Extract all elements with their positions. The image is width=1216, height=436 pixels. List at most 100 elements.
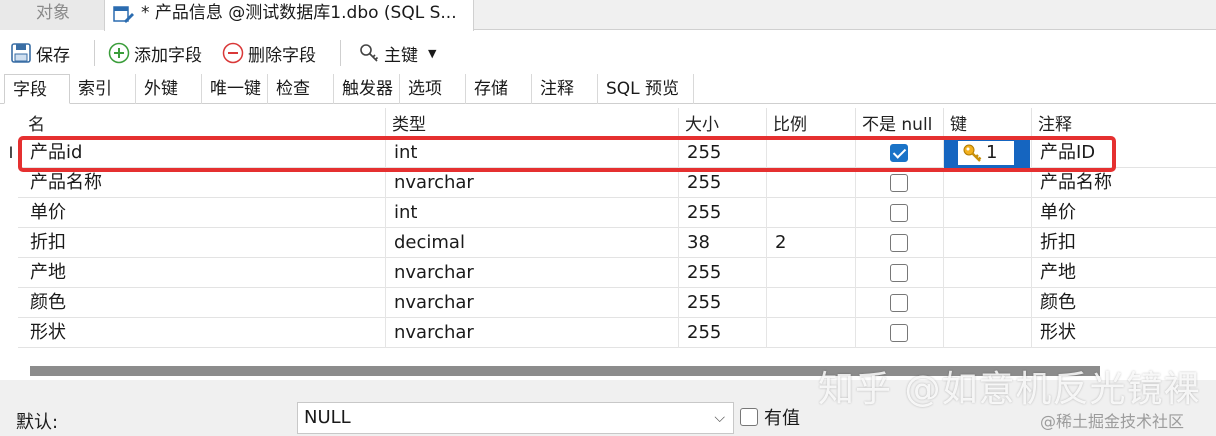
- cell-size[interactable]: 255: [679, 198, 767, 228]
- watermark-zhihu: 知乎 @如意机反光镜裸: [818, 369, 1201, 410]
- table-row[interactable]: 颜色 nvarchar 255 颜色: [18, 288, 1216, 318]
- cell-scale[interactable]: [767, 198, 856, 228]
- tab-indexes[interactable]: 索引: [70, 74, 136, 104]
- cell-size[interactable]: 255: [679, 258, 767, 288]
- cell-key[interactable]: 1: [944, 138, 1032, 168]
- cell-name[interactable]: 产品名称: [22, 168, 386, 198]
- cell-key[interactable]: [944, 318, 1032, 348]
- tab-checks[interactable]: 检查: [268, 74, 334, 104]
- tab-objects[interactable]: 对象: [0, 0, 104, 30]
- toolbar-divider: [340, 40, 341, 66]
- tab-storage[interactable]: 存储: [466, 74, 532, 104]
- cell-type[interactable]: int: [386, 138, 679, 168]
- table-row[interactable]: 折扣 decimal 38 2 折扣: [18, 228, 1216, 258]
- row-current-indicator: I: [8, 143, 14, 162]
- column-header-not-null[interactable]: 不是 null: [856, 108, 944, 138]
- default-value-select[interactable]: NULL ⌵: [297, 402, 734, 434]
- cell-size[interactable]: 255: [679, 168, 767, 198]
- cell-name[interactable]: 产品id: [22, 138, 386, 168]
- cell-type[interactable]: nvarchar: [386, 258, 679, 288]
- cell-scale[interactable]: [767, 318, 856, 348]
- fields-grid: 名 类型 大小 比例 不是 null 键 注释 I 产品id int 255 1 产品ID…: [4, 108, 1216, 358]
- tab-foreign-keys[interactable]: 外键: [136, 74, 202, 104]
- cell-size[interactable]: 255: [679, 288, 767, 318]
- cell-comment[interactable]: 折扣: [1032, 228, 1216, 258]
- cell-type[interactable]: decimal: [386, 228, 679, 258]
- cell-not-null: [856, 258, 944, 288]
- cell-key[interactable]: [944, 228, 1032, 258]
- cell-comment[interactable]: 产地: [1032, 258, 1216, 288]
- cell-type[interactable]: int: [386, 198, 679, 228]
- table-row[interactable]: 产地 nvarchar 255 产地: [18, 258, 1216, 288]
- cell-comment[interactable]: 产品ID: [1032, 138, 1216, 168]
- cell-name[interactable]: 产地: [22, 258, 386, 288]
- tab-unique-keys[interactable]: 唯一键: [202, 74, 268, 104]
- tab-triggers[interactable]: 触发器: [334, 74, 400, 104]
- table-row[interactable]: 产品id int 255 1 产品ID: [18, 138, 1216, 168]
- key-icon: [360, 44, 379, 62]
- cell-key[interactable]: [944, 258, 1032, 288]
- cell-type[interactable]: nvarchar: [386, 318, 679, 348]
- has-value-checkbox[interactable]: 有值: [740, 404, 800, 430]
- cell-size[interactable]: 255: [679, 318, 767, 348]
- cell-key[interactable]: [944, 168, 1032, 198]
- cell-name[interactable]: 折扣: [22, 228, 386, 258]
- toolbar-divider: [94, 40, 95, 66]
- column-header-scale[interactable]: 比例: [767, 108, 856, 138]
- cell-name[interactable]: 颜色: [22, 288, 386, 318]
- plus-circle-icon: [108, 42, 130, 64]
- table-design-icon: [113, 6, 134, 23]
- tab-fields[interactable]: 字段: [4, 74, 70, 104]
- chevron-down-icon: ▼: [428, 46, 437, 60]
- primary-key-icon: [963, 144, 982, 162]
- cell-size[interactable]: 255: [679, 138, 767, 168]
- column-header-key[interactable]: 键: [944, 108, 1032, 138]
- save-button[interactable]: 保存: [10, 38, 70, 68]
- tab-sql-preview[interactable]: SQL 预览: [598, 74, 694, 104]
- cell-key[interactable]: [944, 288, 1032, 318]
- cell-scale[interactable]: [767, 258, 856, 288]
- cell-not-null: [856, 138, 944, 168]
- tab-table-design[interactable]: * 产品信息 @测试数据库1.dbo (SQL S...: [104, 0, 474, 31]
- tab-comment[interactable]: 注释: [532, 74, 598, 104]
- cell-not-null: [856, 228, 944, 258]
- cell-size[interactable]: 38: [679, 228, 767, 258]
- tab-options[interactable]: 选项: [400, 74, 466, 104]
- not-null-checkbox[interactable]: [890, 294, 908, 312]
- not-null-checkbox[interactable]: [890, 204, 908, 222]
- not-null-checkbox[interactable]: [890, 234, 908, 252]
- cell-scale[interactable]: 2: [767, 228, 856, 258]
- cell-type[interactable]: nvarchar: [386, 168, 679, 198]
- table-row[interactable]: 单价 int 255 单价: [18, 198, 1216, 228]
- add-field-button[interactable]: 添加字段: [108, 38, 202, 68]
- watermark-juejin: @稀土掘金技术社区: [1040, 412, 1185, 431]
- key-order: 1: [986, 142, 998, 163]
- cell-comment[interactable]: 颜色: [1032, 288, 1216, 318]
- cell-scale[interactable]: [767, 168, 856, 198]
- cell-name[interactable]: 单价: [22, 198, 386, 228]
- not-null-checkbox[interactable]: [890, 324, 908, 342]
- table-row[interactable]: 形状 nvarchar 255 形状: [18, 318, 1216, 348]
- column-header-size[interactable]: 大小: [679, 108, 767, 138]
- table-row[interactable]: 产品名称 nvarchar 255 产品名称: [18, 168, 1216, 198]
- cell-key[interactable]: [944, 198, 1032, 228]
- add-field-label: 添加字段: [134, 45, 202, 66]
- cell-type[interactable]: nvarchar: [386, 288, 679, 318]
- cell-scale[interactable]: [767, 138, 856, 168]
- not-null-checkbox[interactable]: [890, 174, 908, 192]
- column-header-comment[interactable]: 注释: [1032, 108, 1216, 138]
- not-null-checkbox[interactable]: [890, 264, 908, 282]
- cell-name[interactable]: 形状: [22, 318, 386, 348]
- cell-comment[interactable]: 单价: [1032, 198, 1216, 228]
- chevron-down-icon: ⌵: [714, 410, 725, 426]
- column-header-name[interactable]: 名: [22, 108, 386, 138]
- not-null-checkbox[interactable]: [890, 144, 908, 162]
- save-icon: [11, 43, 31, 63]
- primary-key-button[interactable]: 主键 ▼: [358, 38, 436, 68]
- default-value: NULL: [304, 407, 351, 428]
- cell-scale[interactable]: [767, 288, 856, 318]
- delete-field-button[interactable]: 删除字段: [222, 38, 316, 68]
- cell-comment[interactable]: 形状: [1032, 318, 1216, 348]
- cell-comment[interactable]: 产品名称: [1032, 168, 1216, 198]
- column-header-type[interactable]: 类型: [386, 108, 679, 138]
